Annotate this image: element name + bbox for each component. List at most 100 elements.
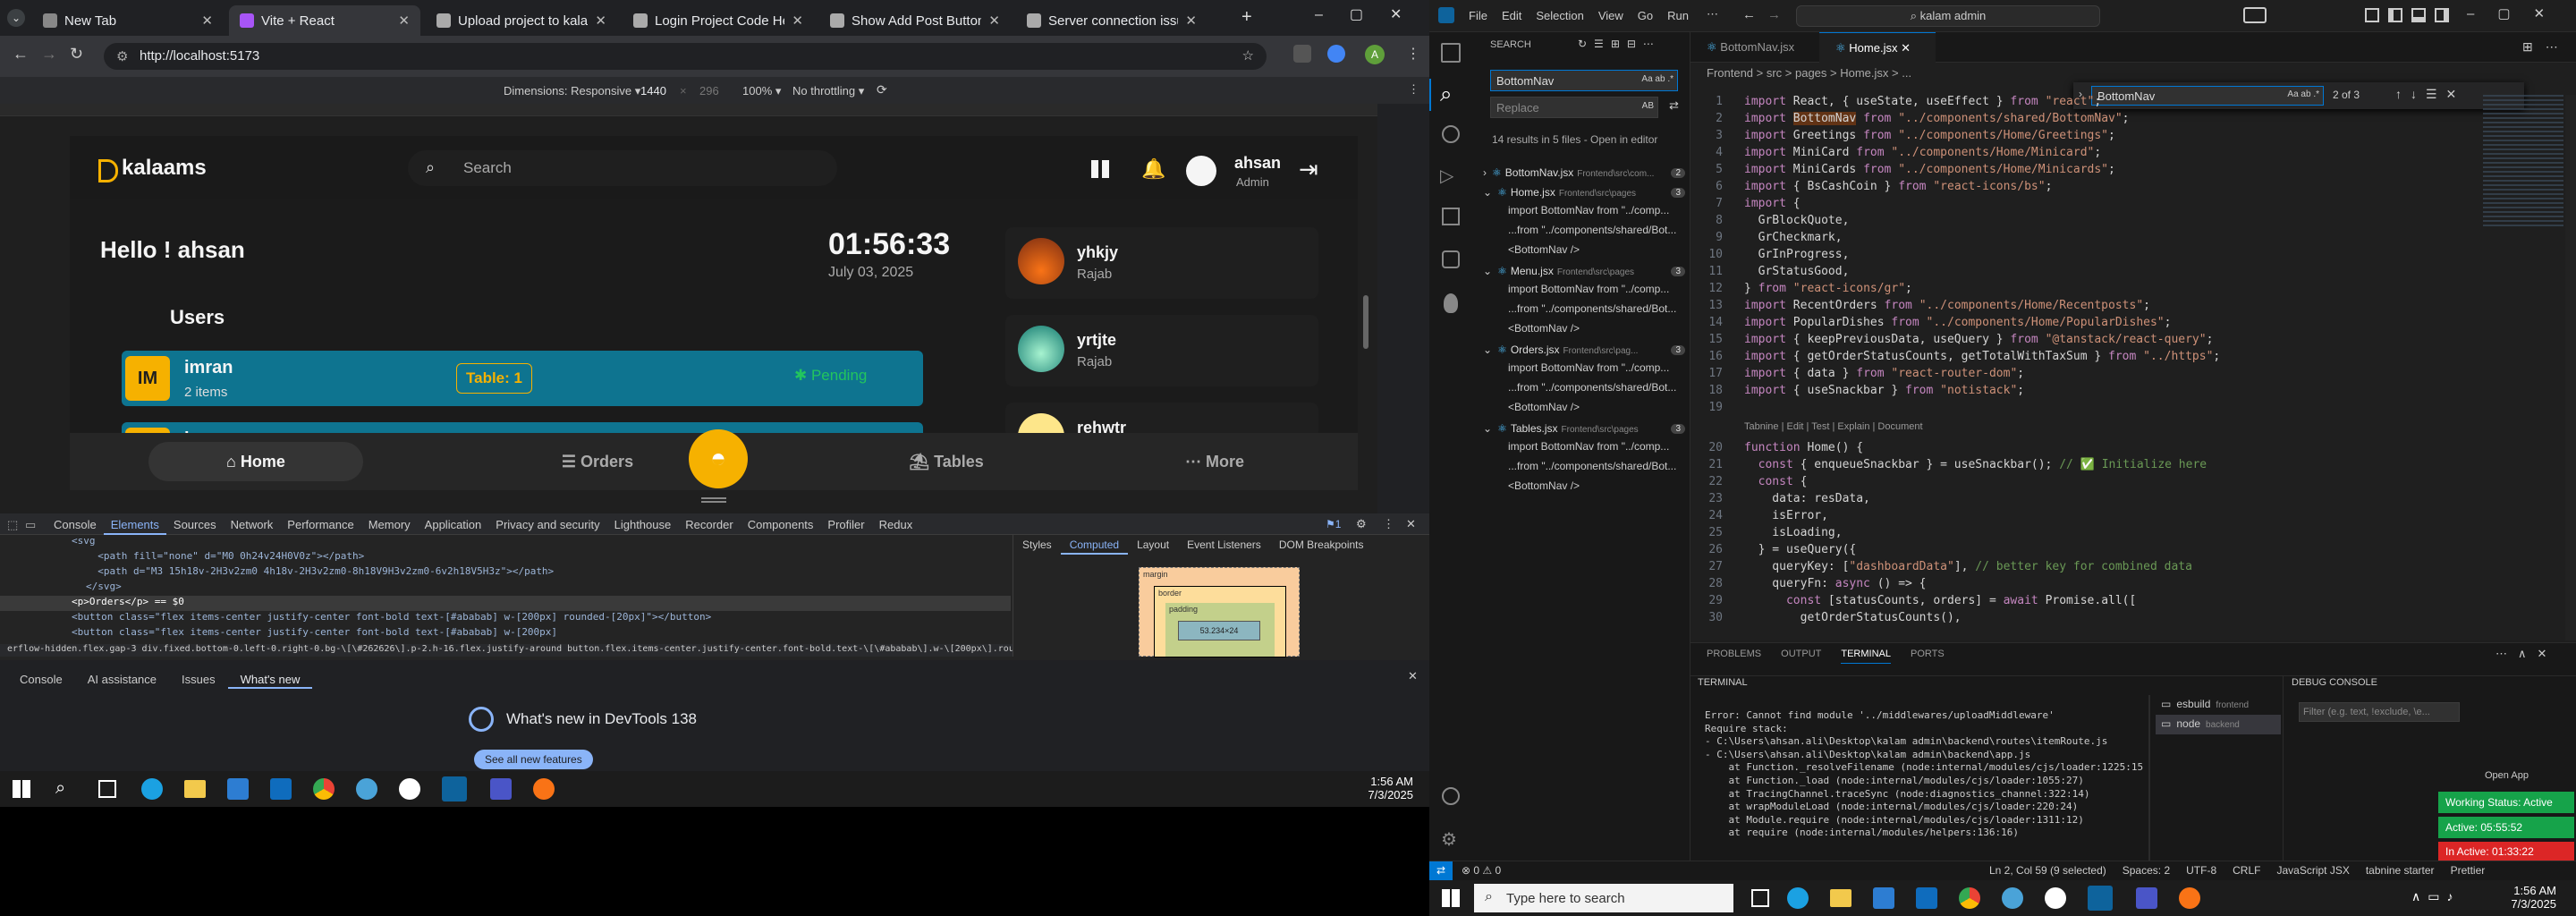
search-match[interactable]: <BottomNav /> [1508,401,1685,419]
menu-item[interactable]: File [1469,9,1487,22]
search-file-row[interactable]: › ⚛ BottomNav.jsx Frontend\src\com... 2 [1483,166,1687,184]
code-line[interactable]: 19 [1690,401,1744,418]
dom-node[interactable]: </svg> [0,581,1011,596]
drawer-tab[interactable]: AI assistance [75,669,169,689]
dashboard-icon[interactable] [1091,160,1109,178]
menu-item[interactable]: Go [1638,9,1653,22]
search-match[interactable]: ...from "../components/shared/Bot... [1508,460,1685,478]
debug-filter-input[interactable]: Filter (e.g. text, !exclude, \e... [2299,702,2460,722]
problems-indicator[interactable]: ⊗ 0 ⚠ 0 [1462,864,1501,877]
code-line[interactable]: 16 import { getOrderStatusCounts, getTota… [1690,350,2220,367]
site-info-icon[interactable]: ⚙ [116,48,128,64]
menu-item[interactable]: Edit [1502,9,1521,22]
source-control-icon[interactable] [1442,125,1460,143]
device-menu-icon[interactable]: ⋮ [1408,82,1419,97]
file-explorer-icon[interactable] [184,780,206,798]
panel-tab[interactable]: PORTS [1911,649,1945,664]
settings-gear-icon[interactable]: ⚙ [1441,828,1457,851]
search-file-row[interactable]: ⌄ ⚛ Home.jsx Frontend\src\pages 3 [1483,186,1687,204]
clock[interactable]: 1:56 AM 7/3/2025 [1351,775,1413,802]
code-line[interactable]: 4 import MiniCard from "../components/Hom… [1690,146,2101,163]
status-items[interactable]: Ln 2, Col 59 (9 selected) Spaces: 2 UTF-… [1989,864,2485,877]
devtools-tab[interactable]: Memory [361,513,418,535]
tab-search-icon[interactable]: ⌄ [7,9,25,27]
code-line[interactable]: 17 import { data } from "react-router-dom… [1690,367,2024,384]
address-bar[interactable]: ⚙ http://localhost:5173 ☆ [104,43,1267,70]
terminal-instance[interactable]: ▭ esbuild frontend [2156,695,2281,715]
devtools-menu-icon[interactable]: ⋮ [1383,517,1394,531]
command-center[interactable]: ⌕ kalam admin [1796,5,2100,27]
terminal-output[interactable]: Error: Cannot find module '../middleware… [1705,709,2143,861]
elements-side-tab[interactable]: Layout [1128,535,1178,555]
app-icon[interactable] [2045,887,2066,909]
code-line[interactable]: 20 function Home() { [1690,441,1863,458]
code-line[interactable]: 6 import { BsCashCoin } from "react-icons… [1690,180,2052,197]
windows-start-icon[interactable] [1442,889,1460,907]
close-icon[interactable]: ✕ [1901,41,1911,55]
run-debug-icon[interactable]: ▷ [1440,165,1453,187]
close-icon[interactable]: ✕ [201,13,213,29]
window-controls[interactable]: –▢✕ [1315,5,1428,23]
edge-icon[interactable] [1787,887,1809,909]
window-controls[interactable]: –▢✕ [2467,5,2568,21]
mail-icon[interactable] [270,778,292,800]
toggle-sidebar-icon[interactable] [2388,8,2402,22]
devtools-tab[interactable]: Components [741,513,821,535]
postman-icon[interactable] [2179,887,2200,909]
tabnine-icon[interactable] [1442,250,1460,268]
menu-kebab-icon[interactable]: ⋮ [1406,45,1420,63]
search-match[interactable]: ...from "../components/shared/Bot... [1508,381,1685,399]
devtools-tab[interactable]: Redux [872,513,920,535]
edge-icon[interactable] [141,778,163,800]
browser-tab[interactable]: New Tab ✕ [32,5,224,36]
explorer-icon[interactable] [1441,43,1461,63]
tray-icons[interactable]: ∧▭♪ [2411,889,2460,904]
code-line[interactable]: 8 GrBlockQuote, [1690,214,1849,231]
devtools-tab[interactable]: Elements [103,513,166,535]
codelens[interactable]: Tabnine | Edit | Test | Explain | Docume… [1744,421,1923,432]
zoom-select[interactable]: 100% ▾ [742,84,781,98]
browser-tab[interactable]: Upload project to kalams.org ✕ [426,5,617,36]
elements-side-tab[interactable]: Styles [1013,535,1061,555]
match-case-icon[interactable]: Aa ab .* [1641,74,1674,84]
panel-tab[interactable]: TERMINAL [1841,649,1891,664]
search-summary[interactable]: 14 results in 5 files - Open in editor [1492,132,1680,148]
search-icon[interactable]: ⌕ [55,778,65,799]
code-line[interactable]: 5 import MiniCards from "../components/Ho… [1690,163,2115,180]
app-icon[interactable] [356,778,377,800]
clock[interactable]: 1:56 AM 7/3/2025 [2494,884,2556,911]
mongodb-icon[interactable] [1444,293,1458,313]
dom-node[interactable]: <p>Orders</p> == $0 [0,596,1011,611]
chrome-icon[interactable] [313,778,335,800]
prettier-status[interactable]: Prettier [2451,864,2486,877]
search-match[interactable]: import BottomNav from "../comp... [1508,283,1685,301]
replace-all-icon[interactable]: ⇄ [1669,98,1679,113]
toggle-panel-icon[interactable] [2411,8,2426,22]
search-match[interactable]: import BottomNav from "../comp... [1508,204,1685,222]
back-icon[interactable]: ← [13,45,29,64]
bell-icon[interactable]: 🔔 [1141,157,1165,181]
code-line[interactable]: 2 import BottomNav from "../components/sh… [1690,112,2130,129]
store-icon[interactable] [227,778,249,800]
search-file-row[interactable]: ⌄ ⚛ Menu.jsx Frontend\src\pages 3 [1483,265,1687,283]
chrome-extension-icon[interactable] [1327,45,1345,63]
panel-tab[interactable]: OUTPUT [1781,649,1821,664]
code-line[interactable]: 15 import { keepPreviousData, useQuery } … [1690,333,2213,350]
search-match[interactable]: import BottomNav from "../comp... [1508,361,1685,379]
box-model[interactable]: margin border padding 53.234×24 [1139,567,1300,657]
nav-forward-icon[interactable]: → [1767,7,1781,22]
bookmark-star-icon[interactable]: ☆ [1242,47,1254,64]
code-editor[interactable]: 1 import React, { useState, useEffect } f… [1690,95,2478,640]
line-ending[interactable]: CRLF [2233,864,2260,877]
code-line[interactable]: 26 } = useQuery({ [1690,543,1856,560]
code-line[interactable]: 14 import PopularDishes from "../componen… [1690,316,2171,333]
devtools-tab[interactable]: Privacy and security [488,513,606,535]
extensions-icon[interactable] [1442,208,1460,225]
dom-node[interactable]: <button class="flex items-center justify… [0,611,1011,626]
code-line[interactable]: 1 import React, { useState, useEffect } f… [1690,95,2101,112]
menu-overflow-icon[interactable]: ⋯ [1707,7,1718,21]
browser-tab[interactable]: Show Add Post Button ✕ [819,5,1011,36]
cursor-position[interactable]: Ln 2, Col 59 (9 selected) [1989,864,2106,877]
devtools-tab[interactable]: Sources [166,513,224,535]
code-line[interactable]: 7 import { [1690,197,1800,214]
